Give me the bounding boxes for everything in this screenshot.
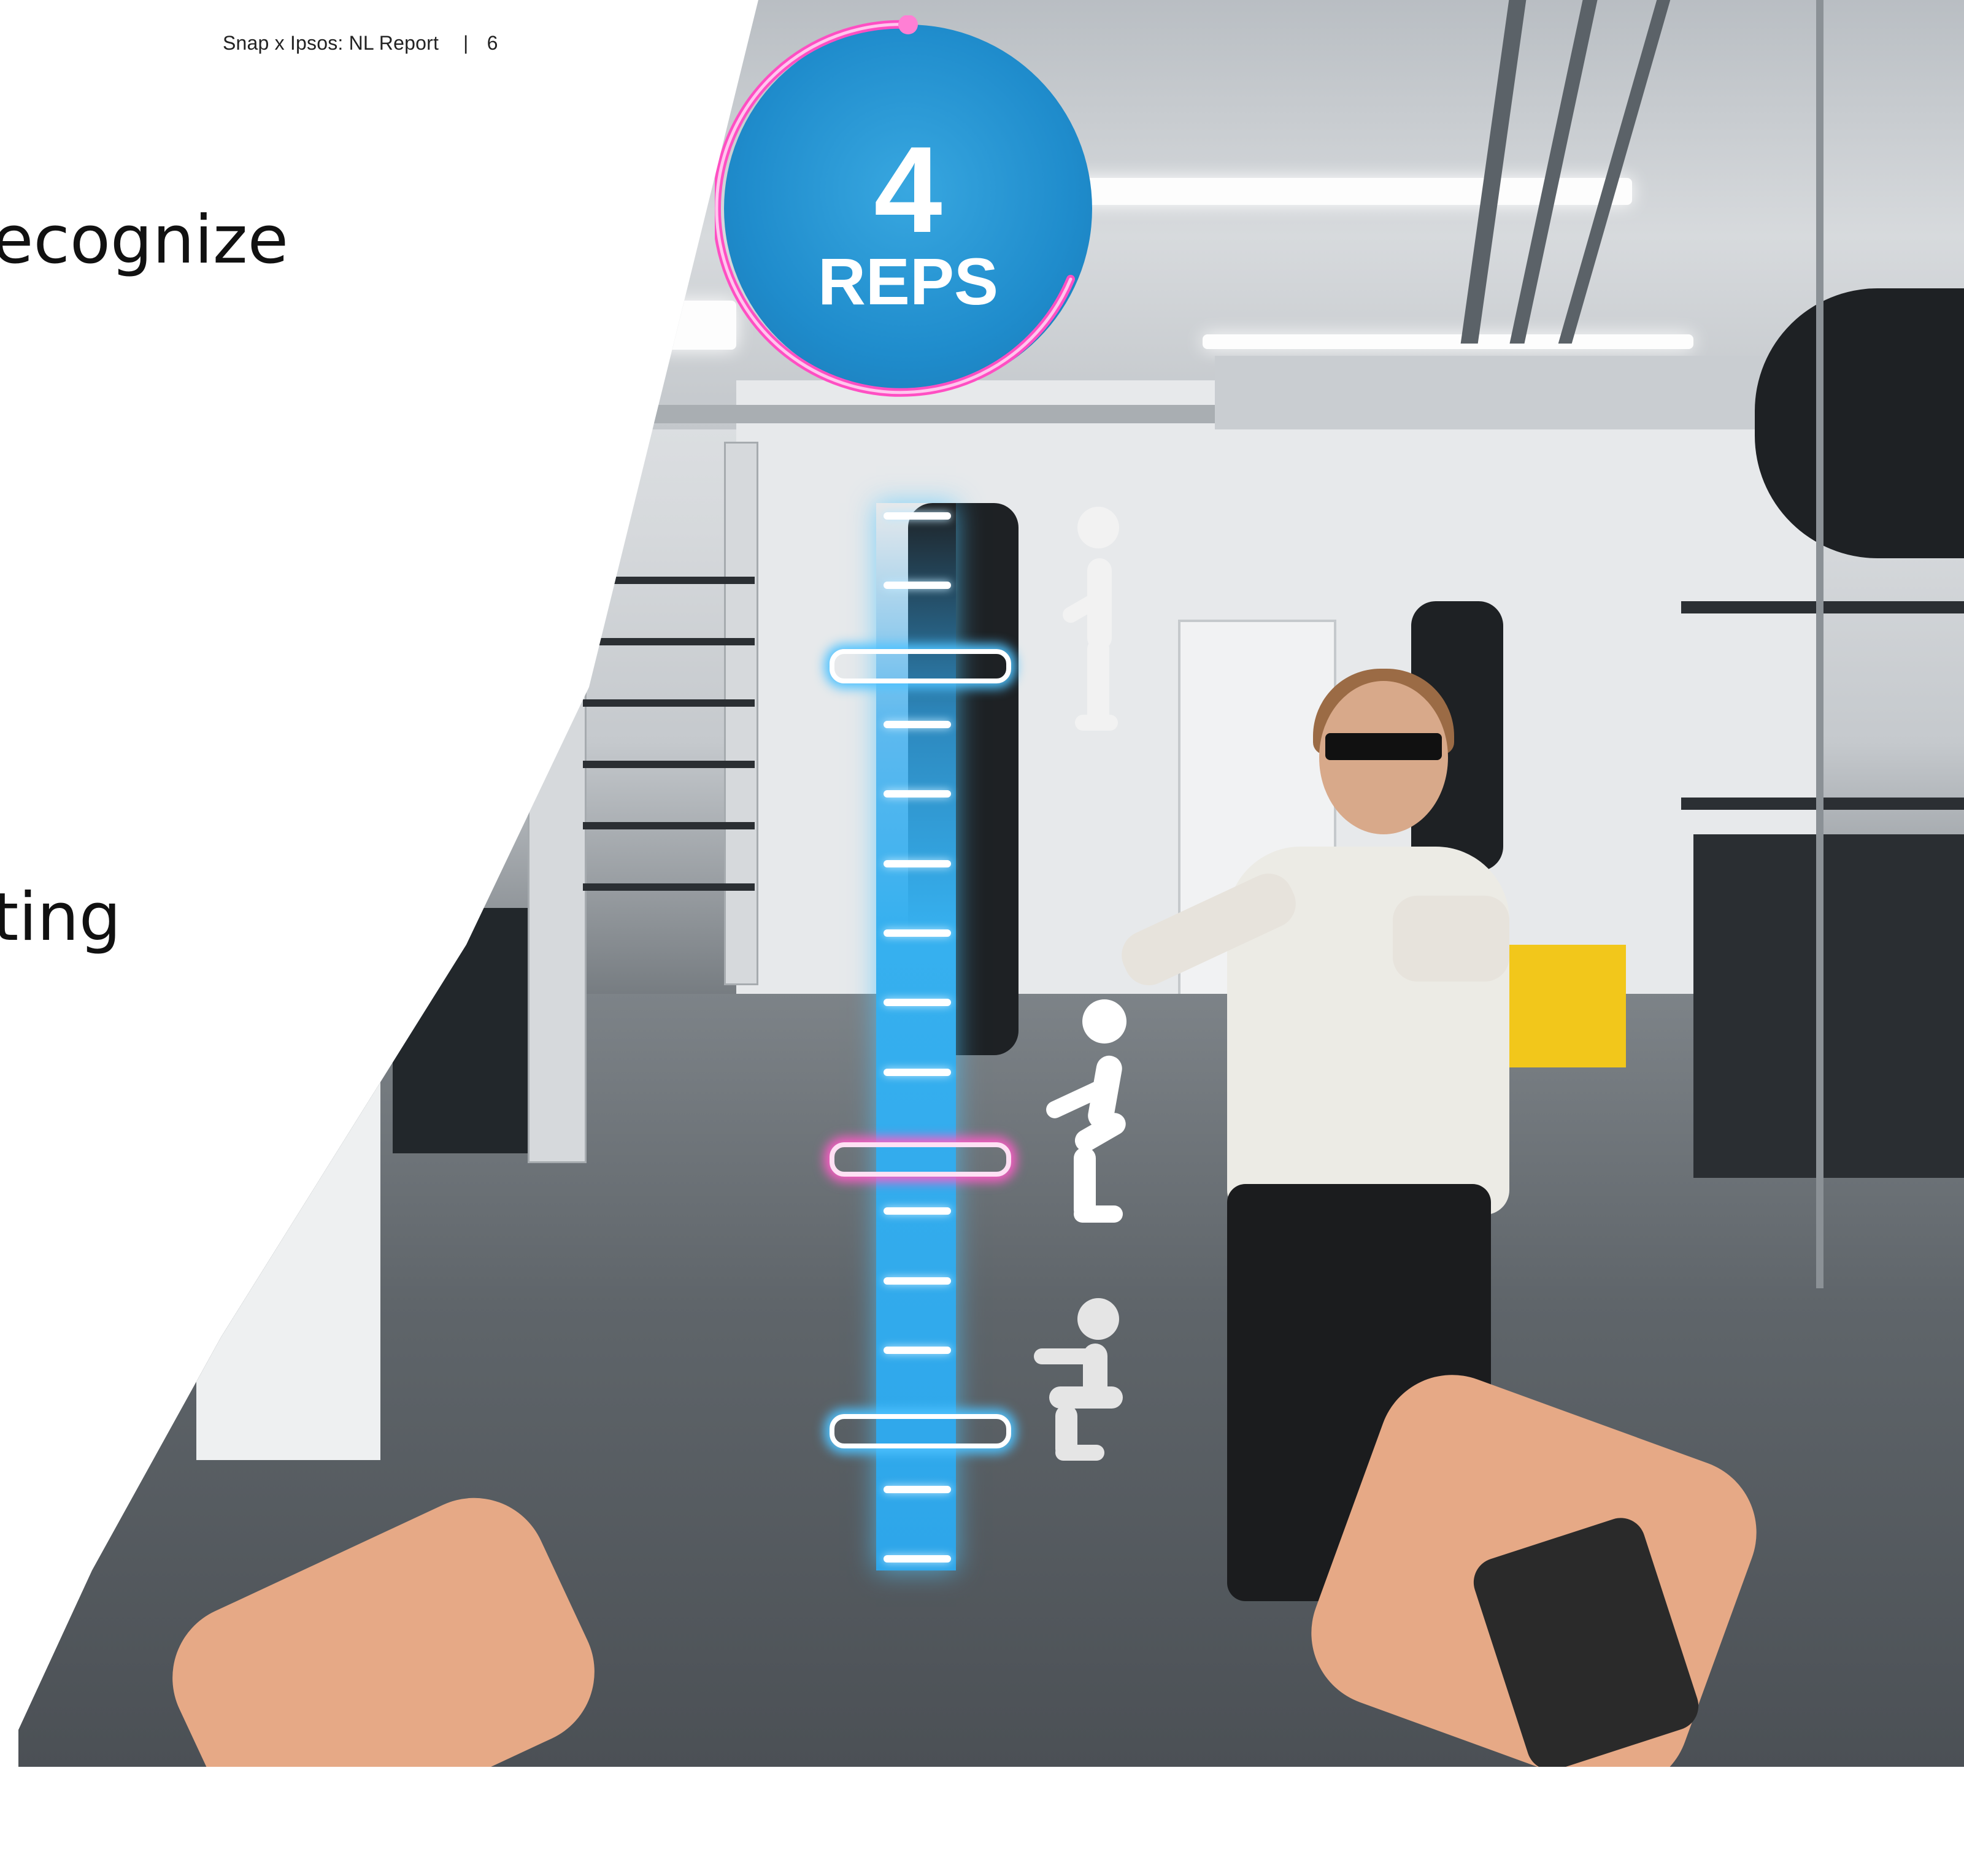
meter-tick bbox=[884, 999, 951, 1006]
white-pillar bbox=[196, 847, 380, 1460]
current-position-marker bbox=[830, 1142, 1011, 1177]
rack-rung bbox=[583, 577, 755, 584]
bottom-position-marker bbox=[830, 1414, 1011, 1448]
meter-tick bbox=[884, 1277, 951, 1285]
report-header: Snap x Ipsos: NL Report | 6 bbox=[223, 32, 498, 55]
top-position-marker bbox=[830, 649, 1011, 683]
rack-rung bbox=[583, 699, 755, 707]
half-squat-pose-icon bbox=[1046, 999, 1126, 1223]
ceiling-light bbox=[1203, 334, 1693, 349]
standing-pose-icon bbox=[1063, 507, 1119, 731]
meter-tick bbox=[884, 790, 951, 798]
rack-rung bbox=[583, 822, 755, 829]
full-squat-pose-icon bbox=[1034, 1298, 1123, 1461]
kettlebell-rack bbox=[1693, 834, 1964, 1178]
header-separator: | bbox=[463, 32, 469, 54]
yellow-step bbox=[1503, 945, 1626, 1067]
meter-tick bbox=[884, 860, 951, 867]
rig-beam bbox=[1215, 356, 1804, 429]
smart-glasses bbox=[1325, 733, 1442, 760]
meter-tick bbox=[884, 721, 951, 728]
rack-rung bbox=[583, 761, 755, 768]
mirror-edge bbox=[1816, 0, 1823, 1288]
meter-tick bbox=[884, 1347, 951, 1354]
medicine-ball bbox=[1755, 288, 1964, 558]
headline-text-2: ting bbox=[0, 879, 121, 956]
gym-photo: 4 REPS bbox=[18, 0, 1964, 1767]
plyo-box bbox=[393, 908, 528, 1153]
rep-label: REPS bbox=[817, 244, 999, 318]
rack-upright bbox=[724, 442, 758, 985]
meter-tick bbox=[884, 929, 951, 937]
meter-tick bbox=[884, 1486, 951, 1493]
rack-rung bbox=[583, 883, 755, 891]
rep-count: 4 bbox=[874, 121, 942, 258]
meter-tick bbox=[884, 1555, 951, 1563]
meter-tick bbox=[884, 1207, 951, 1215]
meter-tick bbox=[884, 512, 951, 520]
rack-upright bbox=[528, 479, 587, 1163]
meter-tick bbox=[884, 582, 951, 589]
report-title: Snap x Ipsos: NL Report bbox=[223, 32, 439, 54]
rack-rung bbox=[583, 638, 755, 645]
page-number: 6 bbox=[487, 32, 498, 54]
person-arm bbox=[1393, 896, 1509, 982]
meter-tick bbox=[884, 1069, 951, 1076]
headline-text-1: ecognize bbox=[0, 202, 289, 279]
